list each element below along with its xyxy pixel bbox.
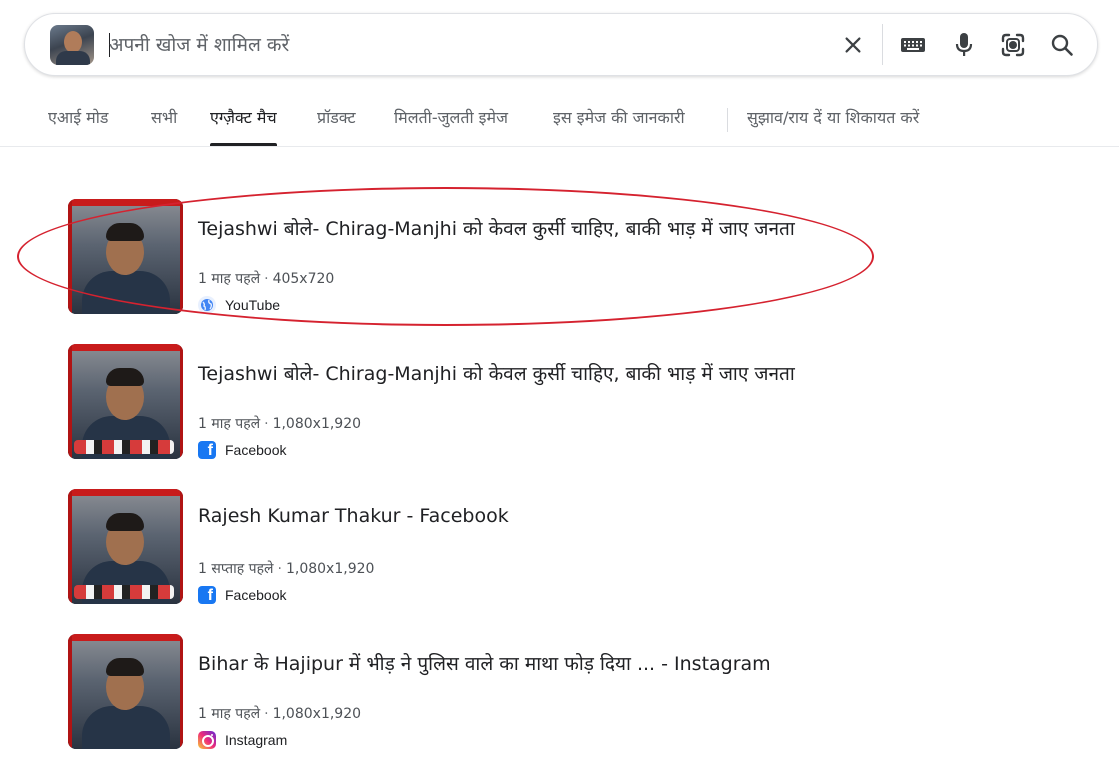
- result-thumbnail[interactable]: [68, 634, 183, 749]
- result-source-name: Facebook: [225, 442, 287, 458]
- search-icon[interactable]: [1048, 31, 1076, 59]
- tab-visual-matches[interactable]: मिलती-जुलती इमेज: [394, 106, 508, 146]
- result-dimensions: 1,080x1,920: [272, 706, 362, 722]
- result-item[interactable]: Tejashwi बोले- Chirag-Manjhi को केवल कुर…: [68, 344, 888, 460]
- result-item[interactable]: Rajesh Kumar Thakur - Facebook 1 सप्ताह …: [68, 489, 888, 605]
- result-title[interactable]: Rajesh Kumar Thakur - Facebook: [198, 505, 509, 527]
- result-dimensions: 1,080x1,920: [285, 561, 375, 577]
- google-lens-exact-match-page: एआई मोड सभी एग्ज़ैक्ट मैच प्रॉडक्ट मिलती…: [0, 0, 1119, 782]
- result-source[interactable]: YouTube: [198, 295, 280, 315]
- result-time: 1 माह पहले: [198, 271, 261, 287]
- search-bar-divider: [882, 24, 883, 65]
- result-thumbnail[interactable]: [68, 489, 183, 604]
- result-meta: 1 माह पहले · 405x720: [198, 271, 335, 287]
- tab-all[interactable]: सभी: [151, 106, 177, 146]
- facebook-icon: f: [198, 586, 216, 604]
- result-meta: 1 माह पहले · 1,080x1,920: [198, 706, 362, 722]
- result-thumbnail[interactable]: [68, 199, 183, 314]
- query-image-thumbnail[interactable]: [50, 25, 94, 65]
- search-bar: [24, 13, 1098, 76]
- result-item[interactable]: Tejashwi बोले- Chirag-Manjhi को केवल कुर…: [68, 199, 888, 315]
- result-thumbnail[interactable]: [68, 344, 183, 459]
- result-source[interactable]: f Facebook: [198, 440, 286, 460]
- result-meta: 1 माह पहले · 1,080x1,920: [198, 416, 362, 432]
- result-title[interactable]: Bihar के Hajipur में भीड़ ने पुलिस वाले …: [198, 650, 771, 676]
- search-input[interactable]: [109, 28, 809, 62]
- search-tabs: एआई मोड सभी एग्ज़ैक्ट मैच प्रॉडक्ट मिलती…: [0, 92, 1119, 147]
- keyboard-icon[interactable]: [899, 31, 927, 59]
- result-source-name: YouTube: [225, 297, 281, 313]
- result-meta: 1 सप्ताह पहले · 1,080x1,920: [198, 561, 375, 577]
- close-icon[interactable]: [839, 31, 867, 59]
- tab-about-this-image[interactable]: इस इमेज की जानकारी: [553, 106, 685, 146]
- tab-ai-mode[interactable]: एआई मोड: [48, 106, 108, 146]
- microphone-icon[interactable]: [950, 31, 978, 59]
- result-source[interactable]: f Facebook: [198, 585, 286, 605]
- globe-icon: [198, 296, 216, 314]
- tabs-divider: [727, 108, 728, 132]
- result-time: 1 माह पहले: [198, 416, 261, 432]
- result-time: 1 सप्ताह पहले: [198, 561, 274, 577]
- instagram-icon: [198, 731, 216, 749]
- result-dimensions: 1,080x1,920: [272, 416, 362, 432]
- result-source-name: Facebook: [225, 587, 287, 603]
- tab-products[interactable]: प्रॉडक्ट: [317, 106, 356, 146]
- result-dimensions: 405x720: [272, 271, 335, 287]
- result-source-name: Instagram: [225, 732, 288, 748]
- result-time: 1 माह पहले: [198, 706, 261, 722]
- google-lens-icon[interactable]: [999, 31, 1027, 59]
- result-title[interactable]: Tejashwi बोले- Chirag-Manjhi को केवल कुर…: [198, 360, 795, 386]
- facebook-icon: f: [198, 441, 216, 459]
- tab-exact-match[interactable]: एग्ज़ैक्ट मैच: [210, 106, 277, 146]
- result-title[interactable]: Tejashwi बोले- Chirag-Manjhi को केवल कुर…: [198, 215, 795, 241]
- result-item[interactable]: Bihar के Hajipur में भीड़ ने पुलिस वाले …: [68, 634, 888, 750]
- tab-feedback[interactable]: सुझाव/राय दें या शिकायत करें: [747, 106, 919, 146]
- result-source[interactable]: Instagram: [198, 730, 287, 750]
